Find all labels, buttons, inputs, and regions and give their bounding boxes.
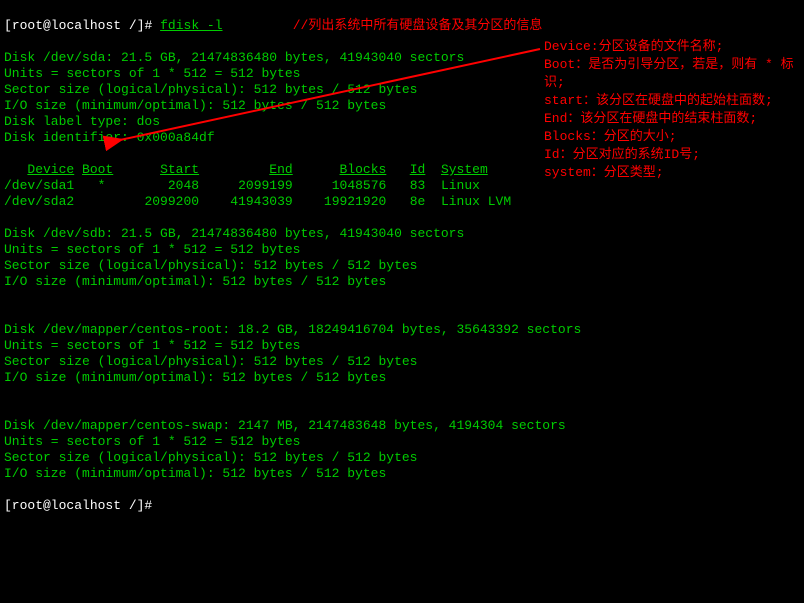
disk-root-header: Disk /dev/mapper/centos-root: 18.2 GB, 1… xyxy=(4,322,581,337)
shell-prompt: [root@localhost /]# xyxy=(4,18,160,33)
col-boot: Boot xyxy=(82,162,113,177)
disk-sda-io: I/O size (minimum/optimal): 512 bytes / … xyxy=(4,98,386,113)
col-system: System xyxy=(441,162,488,177)
anno-end: End：该分区在硬盘中的结束柱面数; xyxy=(544,110,798,128)
shell-prompt-2[interactable]: [root@localhost /]# xyxy=(4,498,152,513)
command-input[interactable]: fdisk -l xyxy=(160,18,222,33)
disk-sda-header: Disk /dev/sda: 21.5 GB, 21474836480 byte… xyxy=(4,50,464,65)
disk-sdb-units: Units = sectors of 1 * 512 = 512 bytes xyxy=(4,242,300,257)
disk-root-units: Units = sectors of 1 * 512 = 512 bytes xyxy=(4,338,300,353)
disk-sda-ident: Disk identifier: 0x000a84df xyxy=(4,130,215,145)
comment-top: //列出系统中所有硬盘设备及其分区的信息 xyxy=(293,18,543,33)
disk-sda-label: Disk label type: dos xyxy=(4,114,160,129)
anno-boot: Boot：是否为引导分区，若是，则有 * 标识; xyxy=(544,56,798,92)
col-end: End xyxy=(269,162,292,177)
anno-start: start：该分区在硬盘中的起始柱面数; xyxy=(544,92,798,110)
table-row: /dev/sda2 2099200 41943039 19921920 8e L… xyxy=(4,194,511,209)
disk-swap-header: Disk /dev/mapper/centos-swap: 2147 MB, 2… xyxy=(4,418,566,433)
disk-sdb-header: Disk /dev/sdb: 21.5 GB, 21474836480 byte… xyxy=(4,226,464,241)
anno-device: Device:分区设备的文件名称; xyxy=(544,38,798,56)
disk-swap-units: Units = sectors of 1 * 512 = 512 bytes xyxy=(4,434,300,449)
disk-root-sector: Sector size (logical/physical): 512 byte… xyxy=(4,354,417,369)
anno-system: system：分区类型; xyxy=(544,164,798,182)
disk-root-io: I/O size (minimum/optimal): 512 bytes / … xyxy=(4,370,386,385)
disk-swap-io: I/O size (minimum/optimal): 512 bytes / … xyxy=(4,466,386,481)
col-blocks: Blocks xyxy=(340,162,387,177)
annotation-panel: Device:分区设备的文件名称; Boot：是否为引导分区，若是，则有 * 标… xyxy=(544,38,798,182)
disk-sda-units: Units = sectors of 1 * 512 = 512 bytes xyxy=(4,66,300,81)
disk-swap-sector: Sector size (logical/physical): 512 byte… xyxy=(4,450,417,465)
disk-sda-sector: Sector size (logical/physical): 512 byte… xyxy=(4,82,417,97)
col-device: Device xyxy=(27,162,74,177)
table-row: /dev/sda1 * 2048 2099199 1048576 83 Linu… xyxy=(4,178,480,193)
disk-sdb-sector: Sector size (logical/physical): 512 byte… xyxy=(4,258,417,273)
anno-id: Id：分区对应的系统ID号; xyxy=(544,146,798,164)
col-start: Start xyxy=(160,162,199,177)
anno-blocks: Blocks：分区的大小; xyxy=(544,128,798,146)
disk-sdb-io: I/O size (minimum/optimal): 512 bytes / … xyxy=(4,274,386,289)
col-id: Id xyxy=(410,162,426,177)
